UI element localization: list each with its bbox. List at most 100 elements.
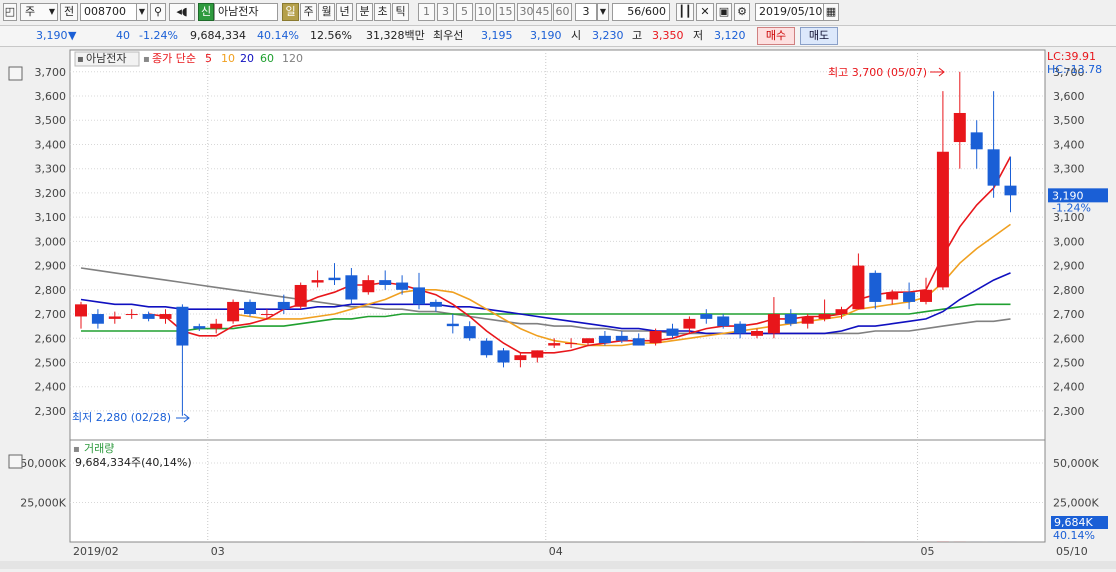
candle-body — [717, 316, 729, 326]
candle-body — [988, 149, 1000, 185]
candle-body — [193, 326, 205, 328]
candle-body — [667, 329, 679, 336]
legend-ma5: 5 — [205, 52, 212, 65]
count-field[interactable]: 56/600 — [612, 3, 670, 21]
candle-body — [650, 331, 662, 343]
candle-body — [565, 343, 577, 344]
turnover: 12.56% — [310, 29, 352, 43]
interval-button-5[interactable]: 5 — [456, 3, 473, 21]
candle-body — [345, 275, 357, 299]
candle-body — [329, 278, 341, 280]
y-tick-label: 3,500 — [35, 114, 67, 127]
window-icon[interactable]: ◰ — [3, 3, 17, 21]
market-select[interactable]: 주▼ — [20, 3, 58, 21]
y-tick-label-right: 3,000 — [1053, 235, 1085, 248]
candle-body — [937, 152, 949, 288]
interval-button-60[interactable]: 60 — [553, 3, 572, 21]
crosshair-icon[interactable]: ✕ — [696, 3, 714, 21]
legend-ma20: 20 — [240, 52, 254, 65]
legend-stock: 아남전자 — [86, 52, 126, 65]
candle-body — [751, 331, 763, 336]
candle-body — [768, 314, 780, 333]
y-tick-label-right: 3,600 — [1053, 90, 1085, 103]
save-icon[interactable]: ▣ — [716, 3, 732, 21]
y-tick-label: 3,700 — [35, 66, 67, 79]
interval-button-3[interactable]: 3 — [437, 3, 454, 21]
y-tick-label-right: 2,800 — [1053, 284, 1085, 297]
calendar-icon[interactable]: ▦ — [823, 3, 839, 21]
candle-body — [599, 336, 611, 343]
interval-button-10[interactable]: 10 — [475, 3, 494, 21]
candle-body — [396, 283, 408, 290]
y-tick-label-right: 3,300 — [1053, 163, 1085, 176]
candle-body — [683, 319, 695, 329]
volume-settings-icon[interactable] — [9, 455, 22, 468]
search-icon[interactable]: ⚲ — [150, 3, 166, 21]
tab-period-year[interactable]: 년 — [336, 3, 353, 21]
candle-body — [109, 316, 121, 318]
interval-input[interactable]: 3 — [575, 3, 597, 21]
price-volume-chart[interactable]: 3,7003,7003,6003,6003,5003,5003,4003,400… — [0, 47, 1116, 569]
candle-body — [852, 266, 864, 310]
y-tick-label: 2,800 — [35, 284, 67, 297]
interval-button-45[interactable]: 45 — [533, 3, 552, 21]
interval-button-1[interactable]: 1 — [418, 3, 435, 21]
candle-body — [227, 302, 239, 321]
stock-name-field[interactable]: 아남전자 — [214, 3, 278, 21]
legend-ma60: 60 — [260, 52, 274, 65]
candle-body — [498, 350, 510, 362]
candle-body — [616, 336, 628, 341]
horizontal-scrollbar[interactable] — [0, 561, 1116, 569]
volume-ratio: 40.14% — [257, 29, 299, 43]
amount: 31,328백만 — [366, 29, 425, 43]
candle-icon[interactable]: ┃┃ — [676, 3, 694, 21]
candle-body — [903, 292, 915, 302]
chevron-down-icon[interactable]: ▼ — [597, 3, 609, 21]
tab-period-second[interactable]: 초 — [374, 3, 391, 21]
y-tick-label: 3,200 — [35, 187, 67, 200]
buy-button[interactable]: 매수 — [757, 27, 795, 45]
y-tick-label-right: 3,400 — [1053, 138, 1085, 151]
candle-body — [886, 292, 898, 299]
chart-settings-icon[interactable] — [9, 67, 22, 80]
candle-body — [210, 324, 222, 329]
volume-tick-label: 25,000K — [20, 496, 66, 509]
tab-period-day[interactable]: 일 — [282, 3, 299, 21]
candle-body — [548, 343, 560, 345]
high-annotation: 최고 3,700 (05/07) — [828, 66, 927, 79]
current-volume-label: 9,684K — [1054, 516, 1093, 529]
legend-square-icon: ▪ — [77, 54, 84, 65]
low-price: 3,120 — [714, 29, 746, 43]
chevron-down-icon: ▼ — [49, 4, 55, 20]
chevron-down-icon[interactable]: ▼ — [136, 3, 148, 21]
candle-body — [836, 309, 848, 314]
sell-button[interactable]: 매도 — [800, 27, 838, 45]
candle-body — [75, 304, 87, 316]
candle-body — [92, 314, 104, 324]
candle-body — [785, 314, 797, 324]
candle-body — [802, 316, 814, 323]
toolbar: ◰ 주▼ 전 008700 ▼ ⚲ ◂◖ 신 아남전자 일 주 월 년 분 초 … — [0, 0, 1116, 26]
candle-body — [869, 273, 881, 302]
candle-body — [261, 314, 273, 315]
y-tick-label-right: 3,500 — [1053, 114, 1085, 127]
interval-button-15[interactable]: 15 — [496, 3, 515, 21]
volume-tick-label-right: 25,000K — [1053, 496, 1099, 509]
legend-ma120: 120 — [282, 52, 303, 65]
y-tick-label: 2,900 — [35, 260, 67, 273]
candle-body — [413, 287, 425, 304]
code-value: 008700 — [84, 5, 126, 18]
tab-period-minute[interactable]: 분 — [356, 3, 373, 21]
tab-period-week[interactable]: 주 — [300, 3, 317, 21]
date-input[interactable]: 2019/05/10 — [755, 3, 825, 21]
tab-period-tick[interactable]: 틱 — [392, 3, 409, 21]
high-label: 고 — [632, 29, 642, 43]
view-mode-button[interactable]: 전 — [60, 3, 78, 21]
candle-body — [481, 341, 493, 356]
speaker-icon[interactable]: ◂◖ — [169, 3, 195, 21]
tab-period-month[interactable]: 월 — [318, 3, 335, 21]
price: 3,190 — [36, 29, 68, 43]
candle-body — [700, 314, 712, 319]
candle-body — [954, 113, 966, 142]
gear-icon[interactable]: ⚙ — [734, 3, 750, 21]
